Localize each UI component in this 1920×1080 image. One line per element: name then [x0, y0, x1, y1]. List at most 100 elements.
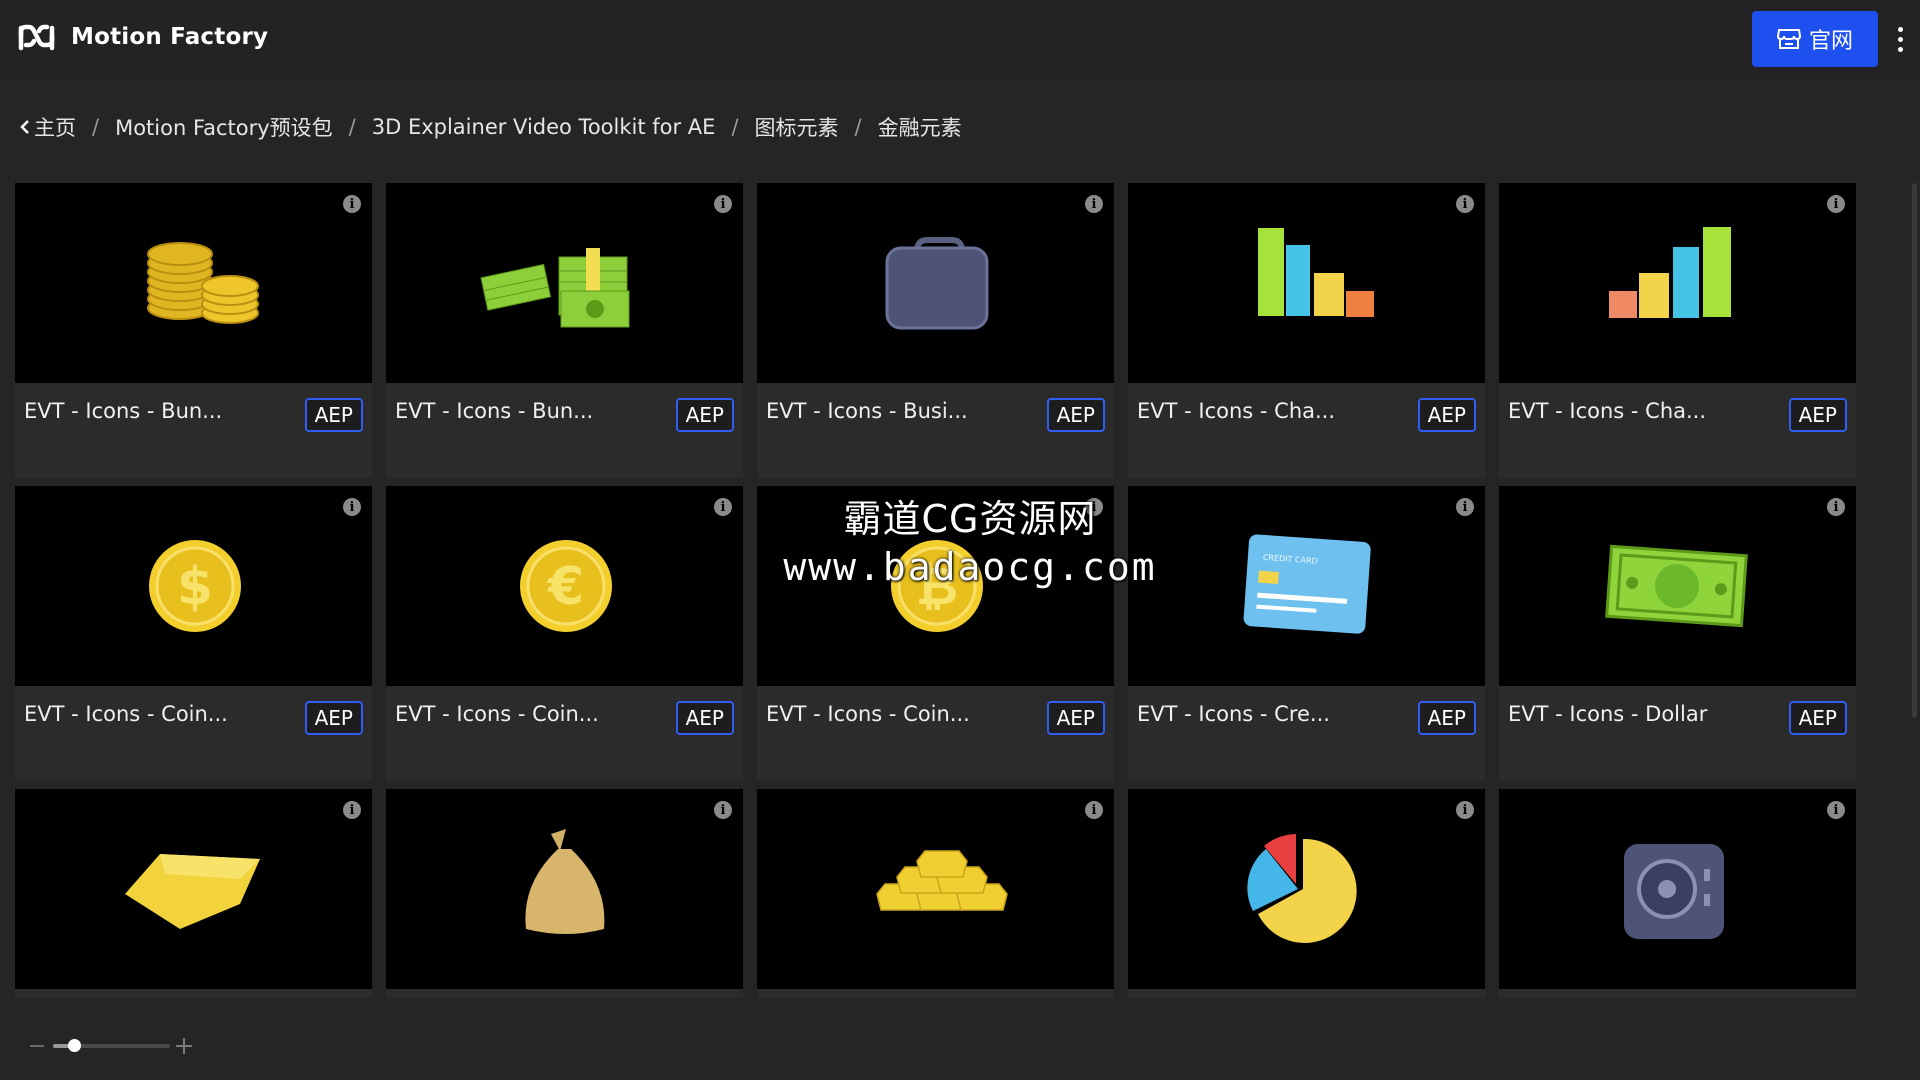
asset-thumbnail[interactable]: i: [1499, 183, 1856, 383]
asset-thumbnail[interactable]: i: [15, 183, 372, 383]
footer-bar: [0, 998, 1920, 1080]
file-type-badge: AEP: [1046, 398, 1105, 432]
cash-stacks-icon: [480, 248, 630, 328]
info-icon[interactable]: i: [1085, 498, 1103, 516]
asset-thumbnail[interactable]: i: [386, 183, 743, 383]
breadcrumb-separator: /: [92, 115, 100, 139]
info-icon[interactable]: i: [1456, 498, 1474, 516]
bar-chart-down-icon: [1258, 228, 1374, 317]
asset-title: EVT - Icons - Bun...: [395, 399, 594, 423]
breadcrumb-separator: /: [348, 115, 356, 139]
asset-card[interactable]: i EVT - Icons - Bun... AEP: [15, 183, 372, 478]
info-icon[interactable]: i: [1456, 195, 1474, 213]
info-icon[interactable]: i: [1827, 498, 1845, 516]
file-type-badge: AEP: [1788, 701, 1847, 735]
breadcrumb-home[interactable]: 主页: [20, 112, 76, 142]
file-type-badge: AEP: [675, 398, 734, 432]
asset-card[interactable]: i EVT - Icons - Dollar AEP: [1499, 486, 1856, 781]
app-title: Motion Factory: [71, 24, 269, 50]
asset-title: EVT - Icons - Cha...: [1137, 399, 1336, 423]
store-icon: [1776, 29, 1801, 49]
zoom-in-button[interactable]: [176, 1038, 192, 1054]
asset-thumbnail[interactable]: i: [1128, 183, 1485, 383]
info-icon[interactable]: i: [343, 195, 361, 213]
asset-title: EVT - Icons - Coin...: [24, 702, 228, 726]
asset-card[interactable]: $ i EVT - Icons - Coin... AEP: [15, 486, 372, 781]
asset-title: EVT - Icons - Busi...: [766, 399, 968, 423]
asset-card[interactable]: i EVT - Icons - Bun... AEP: [386, 183, 743, 478]
asset-title: EVT - Icons - Coin...: [766, 702, 970, 726]
official-site-button[interactable]: 官网: [1752, 11, 1878, 67]
coin-euro-icon: €: [520, 540, 612, 632]
file-type-badge: AEP: [1046, 701, 1105, 735]
info-icon[interactable]: i: [714, 498, 732, 516]
svg-text:€: €: [547, 557, 584, 617]
asset-thumbnail[interactable]: i: [1128, 789, 1485, 989]
top-bar: Motion Factory 官网: [0, 0, 1920, 77]
asset-title: EVT - Icons - Cha...: [1508, 399, 1707, 423]
info-icon[interactable]: i: [714, 195, 732, 213]
zoom-out-button[interactable]: [30, 1045, 44, 1047]
breadcrumb: 主页 / Motion Factory预设包 / 3D Explainer Vi…: [20, 112, 962, 142]
asset-thumbnail[interactable]: € i: [386, 486, 743, 686]
info-icon[interactable]: i: [1456, 801, 1474, 819]
asset-thumbnail[interactable]: $ i: [15, 486, 372, 686]
zoom-slider-handle[interactable]: [68, 1039, 81, 1052]
breadcrumb-separator: /: [731, 115, 739, 139]
asset-thumbnail[interactable]: i: [757, 789, 1114, 989]
asset-title: EVT - Icons - Cre...: [1137, 702, 1330, 726]
gold-bars-pile-icon: [876, 850, 1008, 911]
asset-thumbnail[interactable]: i: [1499, 486, 1856, 686]
asset-thumbnail[interactable]: CREDIT CARD i: [1128, 486, 1485, 686]
info-icon[interactable]: i: [343, 801, 361, 819]
breadcrumb-item[interactable]: 图标元素: [755, 112, 839, 142]
asset-thumbnail[interactable]: i: [1499, 789, 1856, 989]
breadcrumb-separator: /: [854, 115, 862, 139]
asset-card[interactable]: CREDIT CARD i EVT - Icons - Cre... AEP: [1128, 486, 1485, 781]
asset-card[interactable]: i: [757, 789, 1114, 998]
asset-card[interactable]: i EVT - Icons - Cha... AEP: [1128, 183, 1485, 478]
file-type-badge: AEP: [1417, 701, 1476, 735]
asset-thumbnail[interactable]: i: [757, 183, 1114, 383]
asset-card[interactable]: i: [1499, 789, 1856, 998]
breadcrumb-current[interactable]: 金融元素: [878, 112, 962, 142]
dollar-bill-icon: [1605, 544, 1748, 628]
asset-title: EVT - Icons - Dollar: [1508, 702, 1708, 726]
more-options-icon[interactable]: [1890, 22, 1910, 56]
asset-card[interactable]: i EVT - Icons - Busi... AEP: [757, 183, 1114, 478]
credit-card-icon: CREDIT CARD: [1243, 534, 1371, 634]
info-icon[interactable]: i: [1827, 801, 1845, 819]
asset-title: EVT - Icons - Coin...: [395, 702, 599, 726]
coin-dollar-icon: $: [149, 540, 241, 632]
breadcrumb-item[interactable]: Motion Factory预设包: [115, 112, 333, 142]
asset-card[interactable]: i: [15, 789, 372, 998]
infinity-m-logo-icon[interactable]: [17, 22, 56, 54]
svg-text:$: $: [177, 557, 213, 617]
money-bag-icon: [525, 829, 605, 934]
briefcase-icon: [885, 237, 989, 330]
asset-card[interactable]: i: [386, 789, 743, 998]
asset-thumbnail[interactable]: ₿ i: [757, 486, 1114, 686]
official-site-label: 官网: [1808, 29, 1853, 54]
info-icon[interactable]: i: [1085, 195, 1103, 213]
coin-stacks-icon: [147, 242, 259, 324]
asset-card[interactable]: i EVT - Icons - Cha... AEP: [1499, 183, 1856, 478]
asset-card[interactable]: € i EVT - Icons - Coin... AEP: [386, 486, 743, 781]
file-type-badge: AEP: [304, 701, 363, 735]
asset-thumbnail[interactable]: i: [386, 789, 743, 989]
info-icon[interactable]: i: [1827, 195, 1845, 213]
file-type-badge: AEP: [1788, 398, 1847, 432]
asset-thumbnail[interactable]: i: [15, 789, 372, 989]
info-icon[interactable]: i: [714, 801, 732, 819]
asset-grid: i EVT - Icons - Bun... AEP i EVT - Icons…: [15, 183, 1867, 998]
breadcrumb-item[interactable]: 3D Explainer Video Toolkit for AE: [372, 115, 716, 139]
asset-card[interactable]: i: [1128, 789, 1485, 998]
asset-card[interactable]: ₿ i EVT - Icons - Coin... AEP: [757, 486, 1114, 781]
bar-chart-up-icon: [1609, 227, 1731, 318]
info-icon[interactable]: i: [1085, 801, 1103, 819]
file-type-badge: AEP: [675, 701, 734, 735]
scrollbar[interactable]: [1912, 183, 1917, 718]
info-icon[interactable]: i: [343, 498, 361, 516]
pie-chart-icon: [1247, 834, 1357, 943]
svg-text:₿: ₿: [916, 557, 958, 617]
